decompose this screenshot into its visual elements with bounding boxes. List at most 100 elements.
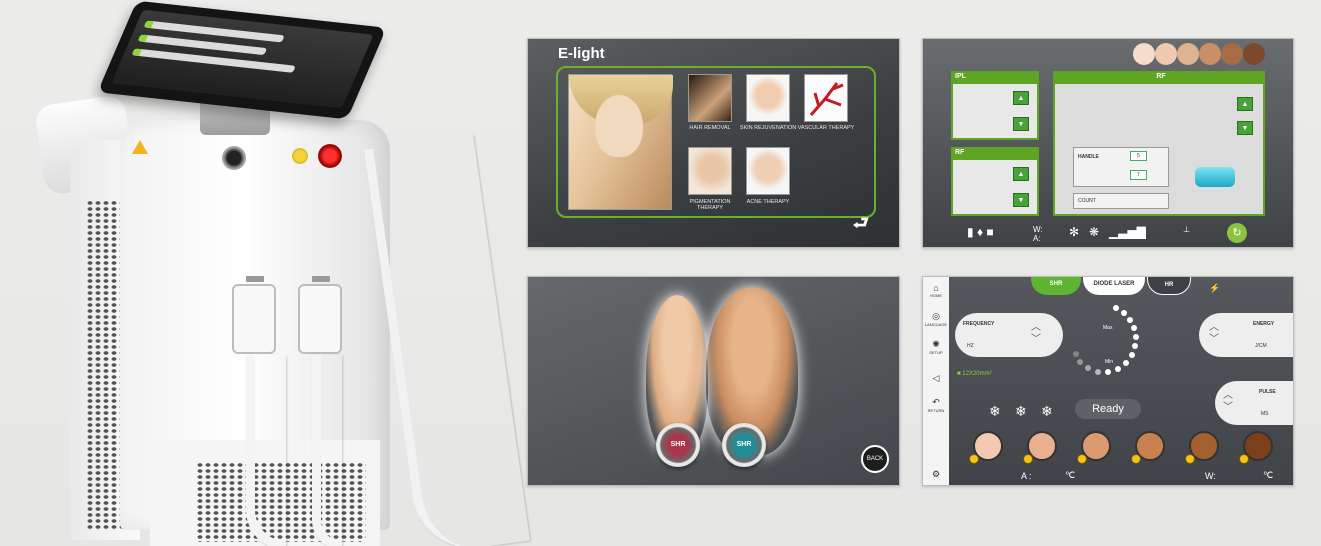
skin-swatch[interactable] [1133, 43, 1155, 65]
indicator-light-icon [292, 148, 308, 164]
slot-label [312, 276, 330, 282]
back-button[interactable]: BACK [861, 445, 889, 473]
slot-label [246, 276, 264, 282]
skin-swatch[interactable] [1177, 43, 1199, 65]
hose-cable [312, 355, 342, 546]
vein-icon [809, 82, 844, 116]
snowflake-icon: ❄ [1015, 403, 1027, 419]
bulb-icon [1131, 454, 1141, 464]
elight-screen: E-light HAIR REMOVAL SKIN REJUVENATION V… [527, 38, 900, 248]
frequency-control: FREQUENCY HZ ︿ ﹀ [955, 313, 1063, 357]
shr-female-button[interactable]: SHR [656, 423, 700, 467]
frequency-title: FREQUENCY [963, 321, 995, 327]
handpiece-holder [232, 284, 276, 354]
handle-label: HANDLE [1078, 154, 1099, 160]
count-panel: COUNT [1073, 193, 1169, 209]
energy-control: ENERGY J/CM ︿ ﹀ [1199, 313, 1293, 357]
ipl-down-button[interactable]: ▼ [1013, 117, 1029, 131]
cooling-icon: ✻ [1069, 225, 1080, 239]
key-switch-icon[interactable] [222, 146, 246, 170]
treatment-thumb-skin-rejuvenation[interactable] [746, 74, 790, 122]
spot-size: ■ 12X20mm² [957, 371, 992, 377]
treatment-label: VASCULAR THERAPY [797, 125, 855, 131]
emergency-stop-button[interactable] [318, 144, 342, 168]
bulb-icon [1077, 454, 1087, 464]
skin-swatch[interactable] [1221, 43, 1243, 65]
rf-main-header: RF [1053, 71, 1265, 82]
tab-diode-laser[interactable]: DIODE LASER [1083, 277, 1145, 295]
hose-cable [246, 355, 286, 546]
treatment-label: HAIR REMOVAL [689, 125, 731, 131]
diode-laser-screen: ⌂ HOME ◎ LANGUAGE ✺ SETUP ◁ ↶ RETURN ⚙ SHR D… [922, 276, 1294, 486]
footer-temp-2: ℃ [1263, 470, 1274, 480]
rf-up-button[interactable]: ▲ [1013, 167, 1029, 181]
handle-value-1: 5 [1130, 151, 1147, 161]
pulse-control: PULSE MS ︿ ﹀ [1215, 381, 1293, 425]
frequency-up-button[interactable]: ︿ [1031, 323, 1041, 333]
treatment-thumb-acne-therapy[interactable] [746, 147, 790, 195]
signal-icon: ▁▃▅▇ [1109, 225, 1146, 239]
bulb-icon [1023, 454, 1033, 464]
bulb-icon [1239, 454, 1249, 464]
mode-icon: ⊥ [1183, 225, 1190, 234]
warning-icon [132, 140, 148, 154]
laser-machine-photo [0, 0, 530, 546]
count-label: COUNT [1078, 198, 1096, 204]
energy-title: ENERGY [1253, 321, 1275, 327]
dial-max: Max [1103, 325, 1113, 331]
skin-swatch[interactable] [1243, 43, 1265, 65]
frequency-unit: HZ [967, 343, 974, 349]
rf-header: RF [951, 147, 1039, 158]
rf-main-up-button[interactable]: ▲ [1237, 97, 1253, 111]
energy-down-button[interactable]: ﹀ [1209, 335, 1219, 345]
footer-temp-1: ℃ [1065, 470, 1076, 480]
skin-swatch[interactable] [1199, 43, 1221, 65]
treatment-thumb-pigmentation-therapy[interactable] [688, 147, 732, 195]
handpiece-holder [298, 284, 342, 354]
ipl-up-button[interactable]: ▲ [1013, 91, 1029, 105]
treatment-label: ACNE THERAPY [746, 199, 790, 205]
confirm-button[interactable]: ↻ [1227, 223, 1247, 243]
side-menu: ⌂ HOME ◎ LANGUAGE ✺ SETUP ◁ ↶ RETURN ⚙ [923, 277, 949, 485]
pulse-down-button[interactable]: ﹀ [1223, 403, 1233, 413]
treatment-label: PIGMENTATION THERAPY [689, 199, 731, 211]
frequency-down-button[interactable]: ﹀ [1031, 335, 1041, 345]
treatment-label: SKIN REJUVENATION [739, 125, 797, 131]
snowflake-icon: ❄ [989, 403, 1001, 419]
ipl-rf-screen: IPL ▲ ▼ RF ▲ ▼ RF ▲ ▼ HANDLE 5 7 COUNT ▮… [922, 38, 1294, 248]
skin-swatch[interactable] [1155, 43, 1177, 65]
setup-button[interactable]: ✺ SETUP [923, 339, 949, 355]
tab-hr[interactable]: HR [1147, 277, 1191, 295]
treatment-thumb-vascular-therapy[interactable] [804, 74, 848, 122]
control-screen [97, 0, 387, 120]
tab-shr[interactable]: SHR [1031, 277, 1081, 295]
shr-male-button[interactable]: SHR [722, 423, 766, 467]
lightning-icon: ⚡ [1209, 283, 1221, 293]
ipl-header: IPL [951, 71, 1039, 82]
return-button[interactable]: ↶ RETURN [923, 397, 949, 413]
status-ready: Ready [1075, 399, 1141, 419]
temperature-icon: W: A: [1033, 225, 1043, 243]
bulb-icon: ▮ ♦ ■ [967, 225, 994, 239]
footer-w: W: [1205, 471, 1216, 481]
dial-min: Min [1105, 359, 1114, 365]
rf-main-down-button[interactable]: ▼ [1237, 121, 1253, 135]
treatment-thumb-hair-removal[interactable] [688, 74, 732, 122]
handle-value-2: 7 [1130, 170, 1147, 180]
pulse-up-button[interactable]: ︿ [1223, 391, 1233, 401]
energy-unit: J/CM [1255, 343, 1267, 349]
energy-up-button[interactable]: ︿ [1209, 323, 1219, 333]
footer-a: A : [1021, 471, 1032, 481]
gear-icon[interactable]: ⚙ [923, 469, 949, 480]
language-button[interactable]: ◎ LANGUAGE [923, 311, 949, 327]
screen-title: E-light [558, 45, 605, 62]
return-arrow-icon[interactable]: ⮐ [853, 211, 869, 241]
volume-icon[interactable]: ◁ [923, 373, 949, 384]
rf-down-button[interactable]: ▼ [1013, 193, 1029, 207]
bulb-icon [1185, 454, 1195, 464]
handle-panel: HANDLE 5 7 [1073, 147, 1169, 187]
pulse-unit: MS [1261, 411, 1269, 417]
fan-icon: ❋ [1089, 225, 1100, 239]
rf-handpiece-icon [1195, 167, 1235, 187]
home-button[interactable]: ⌂ HOME [923, 283, 949, 298]
